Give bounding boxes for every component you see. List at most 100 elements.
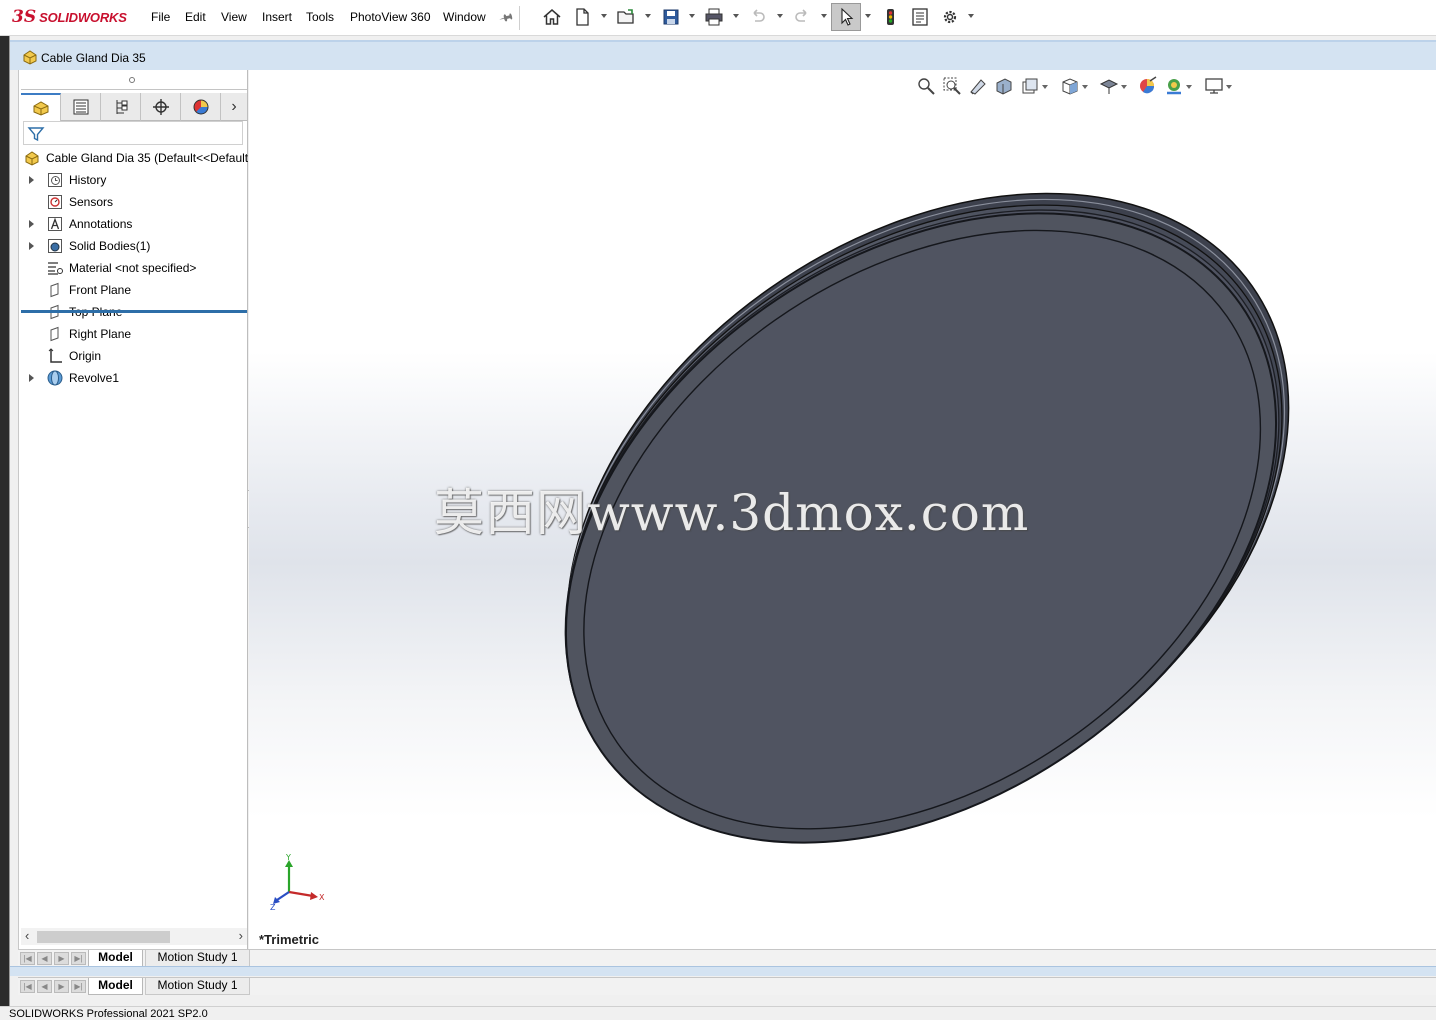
horizontal-scrollbar[interactable]: ‹ › [21,928,247,945]
material-icon [46,259,64,277]
redo-icon[interactable] [791,6,813,28]
select-dropdown-icon[interactable] [865,14,871,18]
open-folder-icon[interactable] [615,6,637,28]
tab-feature-tree[interactable] [21,93,61,121]
dropdown-arrow-icon[interactable] [1186,85,1192,89]
dimxpert-icon [152,99,169,115]
undo-dropdown-icon[interactable] [777,14,783,18]
undo-icon[interactable] [747,6,769,28]
graphics-viewport[interactable]: 莫西网www.3dmox.com Y X Z *Trimetric [249,70,1436,950]
panel-divider [21,89,247,90]
tree-filter-input[interactable] [23,121,243,145]
menu-view[interactable]: View [221,10,247,24]
scroll-left-icon[interactable]: ‹ [25,928,29,943]
tab-model[interactable]: Model [88,978,143,995]
window-left-edge [0,36,9,1006]
home-icon[interactable] [541,6,563,28]
view-settings-icon[interactable] [1203,75,1225,97]
tab-model[interactable]: Model [88,950,143,967]
dropdown-arrow-icon[interactable] [1042,85,1048,89]
prev-tab-icon[interactable]: ◀ [37,952,52,965]
view-orientation-icon[interactable] [1059,75,1081,97]
select-pointer-icon[interactable] [831,3,861,31]
expand-arrow-icon[interactable] [29,374,34,382]
edit-appearance-icon[interactable] [1137,75,1159,97]
property-manager-icon [73,99,88,115]
tab-configuration-manager[interactable] [101,93,141,121]
next-tab-icon[interactable]: ▶ [54,980,69,993]
first-tab-icon[interactable]: |◀ [20,952,35,965]
zoom-to-area-icon[interactable] [941,75,963,97]
menu-insert[interactable]: Insert [262,10,292,24]
apply-scene-icon[interactable] [1163,75,1185,97]
section-view-icon[interactable] [993,75,1015,97]
print-dropdown-icon[interactable] [733,14,739,18]
window-left-border [9,36,10,1006]
last-tab-icon[interactable]: ▶| [71,952,86,965]
tab-display-manager[interactable] [181,93,221,121]
part-icon [23,149,41,167]
expand-arrow-icon[interactable] [29,220,34,228]
menu-file[interactable]: File [151,10,170,24]
scroll-thumb[interactable] [37,931,170,943]
dropdown-arrow-icon[interactable] [1226,85,1232,89]
tree-item-origin[interactable]: Origin [19,345,248,367]
file-properties-icon[interactable] [909,6,931,28]
status-bar: SOLIDWORKS Professional 2021 SP2.0 [0,1006,1436,1020]
display-style-icon[interactable] [1098,75,1120,97]
redo-dropdown-icon[interactable] [821,14,827,18]
tree-item-front-plane[interactable]: Front Plane [19,279,248,301]
rebuild-traffic-light-icon[interactable] [879,6,901,28]
rollback-bar[interactable] [21,310,247,313]
tree-item-label: Revolve1 [69,371,120,385]
tree-item-sensors[interactable]: Sensors [19,191,248,213]
display-manager-icon [193,99,208,115]
dropdown-arrow-icon[interactable] [1082,85,1088,89]
expand-arrow-icon[interactable] [29,176,34,184]
expand-arrow-icon[interactable] [29,242,34,250]
triad-z-label: Z [270,903,276,912]
tree-item-revolve[interactable]: Revolve1 [19,367,248,389]
new-document-icon[interactable] [571,6,593,28]
view-orientation-label: *Trimetric [259,932,319,947]
dynamic-annotation-views-icon[interactable] [1019,75,1041,97]
tree-item-label: Sensors [69,195,114,209]
tree-item-solid-bodies[interactable]: Solid Bodies(1) [19,235,248,257]
plane-icon [46,281,64,299]
tree-item-right-plane[interactable]: Right Plane [19,323,248,345]
tab-dimxpert-manager[interactable] [141,93,181,121]
scroll-right-icon[interactable]: › [239,928,243,943]
tab-motion-study[interactable]: Motion Study 1 [145,978,250,995]
tree-item-history[interactable]: History [19,169,248,191]
pin-menu-icon[interactable]: 🖈 [495,6,516,31]
tree-item-annotations[interactable]: Annotations [19,213,248,235]
options-gear-icon[interactable] [939,6,961,28]
menu-edit[interactable]: Edit [185,10,206,24]
zoom-to-fit-icon[interactable] [915,75,937,97]
open-dropdown-icon[interactable] [645,14,651,18]
tree-root-part[interactable]: Cable Gland Dia 35 (Default<<Default>_Di… [19,147,248,169]
triad-x-label: X [319,893,325,902]
save-dropdown-icon[interactable] [689,14,695,18]
tree-item-material[interactable]: Material <not specified> [19,257,248,279]
new-dropdown-icon[interactable] [601,14,607,18]
tab-motion-study[interactable]: Motion Study 1 [145,950,250,967]
next-tab-icon[interactable]: ▶ [54,952,69,965]
coordinate-triad: Y X Z [270,853,325,912]
save-icon[interactable] [660,6,682,28]
menu-tools[interactable]: Tools [306,10,334,24]
panel-grip-icon[interactable] [129,77,135,83]
prev-tab-icon[interactable]: ◀ [37,980,52,993]
print-icon[interactable] [703,6,725,28]
dropdown-arrow-icon[interactable] [1121,85,1127,89]
first-tab-icon[interactable]: |◀ [20,980,35,993]
menu-window[interactable]: Window [443,10,486,24]
solidworks-logo[interactable]: 3S SOLIDWORKS [12,5,127,29]
tree-root-label: Cable Gland Dia 35 (Default<<Default>_Di… [46,151,248,165]
previous-view-icon[interactable] [967,75,989,97]
tab-property-manager[interactable] [61,93,101,121]
menu-photoview[interactable]: PhotoView 360 [350,10,431,24]
options-dropdown-icon[interactable] [968,14,974,18]
tabs-more-chevron-icon[interactable]: › [221,93,247,121]
last-tab-icon[interactable]: ▶| [71,980,86,993]
